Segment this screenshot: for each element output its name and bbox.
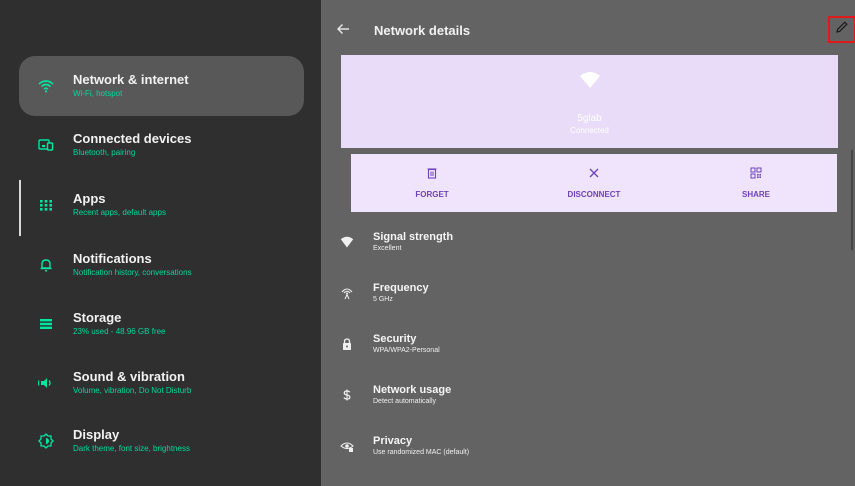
sidebar-item-title: Storage: [73, 310, 122, 325]
sidebar-item-title: Connected devices: [73, 131, 192, 146]
sidebar-item-title: Apps: [73, 191, 106, 206]
sidebar-item-title: Notifications: [73, 251, 152, 266]
back-arrow-icon[interactable]: [335, 20, 353, 38]
detail-privacy[interactable]: Privacy Use randomized MAC (default): [321, 426, 855, 466]
qr-code-icon: [750, 167, 762, 190]
detail-frequency[interactable]: Frequency 5 GHz: [321, 273, 855, 313]
detail-value: Excellent: [373, 245, 402, 252]
wifi-filled-icon: [321, 235, 373, 249]
sidebar-item-subtitle: Recent apps, default apps: [73, 208, 166, 217]
wifi-filled-icon: [579, 71, 601, 89]
sidebar-item-apps[interactable]: Apps Recent apps, default apps: [19, 175, 304, 235]
detail-title: Signal strength: [373, 231, 454, 243]
edit-button[interactable]: [828, 16, 855, 43]
sidebar-item-storage[interactable]: Storage 23% used - 48.96 GB free: [19, 294, 304, 354]
detail-title: Frequency: [373, 282, 429, 294]
speaker-icon: [19, 375, 73, 391]
action-label: FORGET: [415, 190, 449, 199]
detail-value: WPA/WPA2-Personal: [373, 347, 440, 354]
sidebar-item-title: Display: [73, 427, 120, 442]
close-icon: [588, 167, 600, 190]
network-actions: FORGET DISCONNECT SHARE: [351, 154, 837, 212]
sidebar-item-title: Sound & vibration: [73, 369, 185, 384]
share-button[interactable]: SHARE: [675, 154, 837, 212]
sidebar-item-display[interactable]: Display Dark theme, font size, brightnes…: [19, 411, 304, 471]
network-status: Connected: [570, 126, 609, 135]
action-label: SHARE: [741, 190, 770, 199]
trash-icon: [426, 167, 438, 190]
disconnect-button[interactable]: DISCONNECT: [513, 154, 675, 212]
network-header-card: 5glab Connected: [341, 55, 838, 148]
detail-title: Security: [373, 333, 417, 345]
sidebar-item-title: Network & internet: [73, 72, 189, 87]
network-name: 5glab: [577, 113, 602, 124]
detail-value: Detect automatically: [373, 398, 437, 405]
storage-icon: [19, 316, 73, 332]
detail-security[interactable]: Security WPA/WPA2-Personal: [321, 324, 855, 364]
sidebar-item-subtitle: Bluetooth, pairing: [73, 148, 136, 157]
privacy-icon: [321, 439, 373, 453]
devices-icon: [19, 137, 73, 153]
apps-grid-icon: [19, 197, 73, 213]
app-bar: Network details: [321, 0, 855, 55]
antenna-icon: [321, 286, 373, 300]
sidebar-item-subtitle: Notification history, conversations: [73, 268, 192, 277]
pencil-icon: [835, 20, 849, 39]
detail-signal-strength[interactable]: Signal strength Excellent: [321, 222, 855, 262]
dollar-icon: [321, 388, 373, 402]
sidebar-item-subtitle: Wi-Fi, hotspot: [73, 89, 123, 98]
network-details-panel: Network details 5glab Connected FORGET D…: [321, 0, 855, 486]
page-title: Network details: [374, 23, 471, 38]
lock-icon: [321, 337, 373, 351]
action-label: DISCONNECT: [567, 190, 621, 199]
sidebar-item-subtitle: Volume, vibration, Do Not Disturb: [73, 386, 192, 395]
sidebar-item-network-internet[interactable]: Network & internet Wi-Fi, hotspot: [19, 56, 304, 116]
sidebar-item-sound-vibration[interactable]: Sound & vibration Volume, vibration, Do …: [19, 353, 304, 413]
detail-network-usage[interactable]: Network usage Detect automatically: [321, 375, 855, 415]
sidebar-item-subtitle: 23% used - 48.96 GB free: [73, 327, 166, 336]
detail-title: Network usage: [373, 384, 452, 396]
brightness-icon: [19, 433, 73, 449]
detail-value: Use randomized MAC (default): [373, 449, 470, 456]
detail-title: Privacy: [373, 435, 413, 447]
sidebar-item-connected-devices[interactable]: Connected devices Bluetooth, pairing: [19, 115, 304, 175]
detail-value: 5 GHz: [373, 296, 393, 303]
forget-button[interactable]: FORGET: [351, 154, 513, 212]
sidebar-item-notifications[interactable]: Notifications Notification history, conv…: [19, 235, 304, 295]
settings-sidebar: Network & internet Wi-Fi, hotspot Connec…: [0, 0, 321, 486]
wifi-icon: [19, 78, 73, 94]
bell-icon: [19, 257, 73, 273]
sidebar-item-subtitle: Dark theme, font size, brightness: [73, 444, 190, 453]
